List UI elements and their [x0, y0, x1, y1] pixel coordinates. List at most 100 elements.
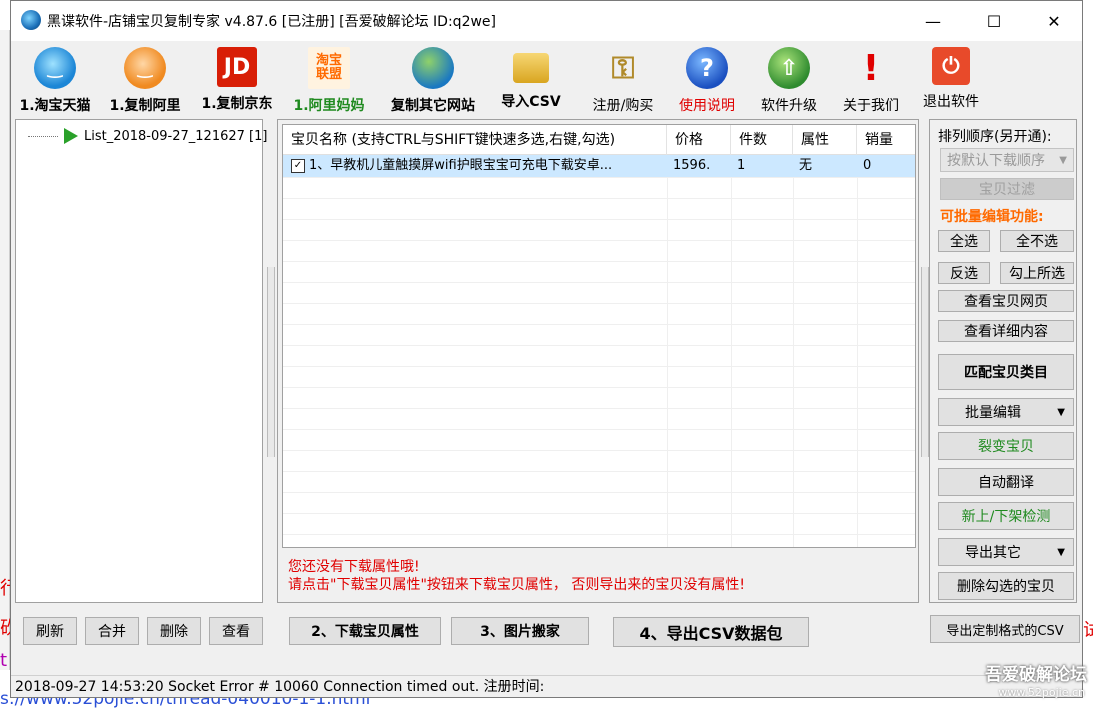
view-button[interactable]: 查看	[209, 617, 263, 645]
list-gridline	[283, 282, 915, 283]
list-tree[interactable]: List_2018-09-27_121627 [1]	[15, 119, 267, 603]
minimize-button[interactable]: —	[910, 1, 956, 41]
batch-edit-button[interactable]: 批量编辑 ▼	[938, 398, 1074, 426]
tree-item-label: List_2018-09-27_121627 [1]	[84, 128, 268, 144]
refresh-button[interactable]: 刷新	[23, 617, 77, 645]
toolbar-import-csv-button[interactable]: 导入CSV	[489, 45, 573, 117]
play-icon	[64, 128, 78, 144]
batch-edit-label: 可批量编辑功能:	[940, 209, 1044, 225]
taobao-union-icon: 淘宝 联盟	[308, 47, 350, 89]
list-gridline	[283, 324, 915, 325]
list-gridline	[283, 513, 915, 514]
maximize-button[interactable]: ☐	[971, 1, 1017, 41]
list-gridline	[283, 366, 915, 367]
list-gridline	[283, 177, 915, 178]
close-button[interactable]: ✕	[1031, 1, 1077, 41]
toolbar-jd-button[interactable]: JD 1.复制京东	[195, 45, 279, 117]
product-list-panel: 宝贝名称 (支持CTRL与SHIFT键快速多选,右键,勾选) 价格 件数 属性 …	[277, 119, 919, 603]
folder-icon	[513, 53, 549, 83]
delete-checked-button[interactable]: 删除勾选的宝贝	[938, 572, 1074, 600]
auto-translate-button[interactable]: 自动翻译	[938, 468, 1074, 496]
status-bar: 2018-09-27 14:53:20 Socket Error # 10060…	[11, 675, 1082, 697]
list-gridline	[283, 471, 915, 472]
toolbar-exit-button[interactable]: ⏻ 退出软件	[909, 45, 993, 117]
tree-item[interactable]: List_2018-09-27_121627 [1]	[28, 128, 267, 144]
export-csv-button[interactable]: 4、导出CSV数据包	[613, 617, 809, 647]
right-splitter[interactable]	[921, 267, 929, 457]
select-none-button[interactable]: 全不选	[1000, 230, 1074, 252]
export-custom-csv-button[interactable]: 导出定制格式的CSV	[930, 615, 1080, 643]
sort-select-value: 按默认下载顺序	[947, 153, 1045, 169]
column-header-name[interactable]: 宝贝名称 (支持CTRL与SHIFT键快速多选,右键,勾选)	[283, 125, 667, 155]
dropdown-arrow-icon: ▼	[1057, 406, 1065, 418]
chevron-down-icon: ▼	[1059, 154, 1067, 166]
export-other-button[interactable]: 导出其它 ▼	[938, 538, 1074, 566]
list-gridline	[283, 387, 915, 388]
list-gridline	[283, 219, 915, 220]
delete-button[interactable]: 删除	[147, 617, 201, 645]
match-category-button[interactable]: 匹配宝贝类目	[938, 354, 1074, 390]
list-gridline	[283, 345, 915, 346]
toolbar-other-sites-button[interactable]: 复制其它网站	[383, 45, 483, 117]
list-gridline	[283, 408, 915, 409]
taobao-icon: ‿	[34, 47, 76, 89]
toolbar-alimama-button[interactable]: 淘宝 联盟 1.阿里妈妈	[287, 45, 371, 117]
background-text: t	[0, 650, 8, 671]
action-panel: 排列顺序(另开通): 按默认下载顺序 ▼ 宝贝过滤 可批量编辑功能: 全选 全不…	[929, 119, 1077, 603]
background-text: 试	[1083, 620, 1093, 641]
tree-connector	[28, 135, 58, 137]
sort-select[interactable]: 按默认下载顺序 ▼	[940, 148, 1074, 172]
table-row[interactable]: ✓ 1、早教机儿童触摸屏wifi护眼宝宝可充电下载安卓... 1596. 1 无 …	[283, 155, 915, 177]
list-header: 宝贝名称 (支持CTRL与SHIFT键快速多选,右键,勾选) 价格 件数 属性 …	[283, 125, 915, 155]
download-attributes-button[interactable]: 2、下载宝贝属性	[289, 617, 441, 645]
help-icon: ?	[686, 47, 728, 89]
upgrade-icon: ⇧	[768, 47, 810, 89]
product-list[interactable]: 宝贝名称 (支持CTRL与SHIFT键快速多选,右键,勾选) 价格 件数 属性 …	[282, 124, 916, 548]
view-detail-button[interactable]: 查看详细内容	[938, 320, 1074, 342]
list-gridline	[283, 240, 915, 241]
toolbar-alibaba-button[interactable]: ‿ 1.复制阿里	[103, 45, 187, 117]
list-gridline	[283, 429, 915, 430]
row-name: 1、早教机儿童触摸屏wifi护眼宝宝可充电下载安卓...	[309, 158, 613, 173]
split-product-button[interactable]: 裂变宝贝	[938, 432, 1074, 460]
column-header-attr[interactable]: 属性	[793, 125, 857, 155]
invert-selection-button[interactable]: 反选	[938, 262, 990, 284]
exclamation-icon: !	[862, 47, 880, 89]
warning-line-2: 请点击"下载宝贝属性"按钮来下载宝贝属性， 否则导出来的宝贝没有属性!	[288, 577, 745, 593]
dropdown-arrow-icon: ▼	[1057, 546, 1065, 558]
batch-edit-label: 批量编辑	[965, 405, 1021, 421]
merge-button[interactable]: 合并	[85, 617, 139, 645]
image-move-button[interactable]: 3、图片搬家	[451, 617, 589, 645]
row-attr: 无	[799, 158, 813, 173]
main-window: 黑谍软件-店铺宝贝复制专家 v4.87.6 [已注册] [吾爱破解论坛 ID:q…	[10, 0, 1083, 698]
toolbar-about-button[interactable]: ! 关于我们	[829, 45, 913, 117]
left-splitter[interactable]	[267, 267, 275, 457]
export-other-label: 导出其它	[965, 545, 1021, 561]
row-qty: 1	[737, 158, 746, 173]
toolbar-taobao-button[interactable]: ‿ 1.淘宝天猫	[13, 45, 97, 117]
row-checkbox[interactable]: ✓	[291, 158, 305, 173]
toolbar-help-button[interactable]: ? 使用说明	[665, 45, 749, 117]
globe-icon	[412, 47, 454, 89]
toolbar-upgrade-button[interactable]: ⇧ 软件升级	[747, 45, 831, 117]
list-gridline	[283, 303, 915, 304]
toolbar-register-button[interactable]: ⚿ 注册/购买	[581, 45, 665, 117]
select-all-button[interactable]: 全选	[938, 230, 990, 252]
list-gridline	[283, 261, 915, 262]
app-icon	[21, 10, 41, 30]
jd-icon: JD	[217, 47, 257, 87]
list-gridline	[283, 534, 915, 535]
filter-button[interactable]: 宝贝过滤	[940, 178, 1074, 200]
check-selected-button[interactable]: 勾上所选	[1000, 262, 1074, 284]
view-page-button[interactable]: 查看宝贝网页	[938, 290, 1074, 312]
shelf-check-button[interactable]: 新上/下架检测	[938, 502, 1074, 530]
column-header-sales[interactable]: 销量	[857, 125, 915, 155]
warning-line-1: 您还没有下载属性哦!	[288, 559, 420, 575]
column-header-price[interactable]: 价格	[667, 125, 731, 155]
power-icon: ⏻	[932, 47, 970, 85]
watermark: 吾爱破解论坛	[985, 665, 1087, 685]
column-header-qty[interactable]: 件数	[731, 125, 793, 155]
list-gridline	[283, 492, 915, 493]
key-icon: ⚿	[611, 50, 635, 86]
alibaba-icon: ‿	[124, 47, 166, 89]
